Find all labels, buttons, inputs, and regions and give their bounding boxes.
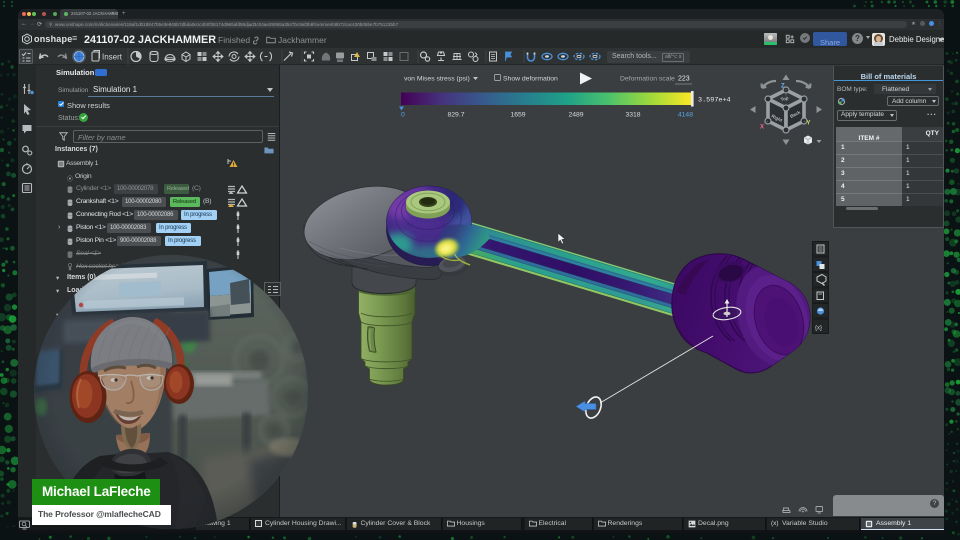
svg-text:2489: 2489 [568,112,583,119]
svg-text:X: X [760,125,764,131]
svg-text:von Mises stress (psi): von Mises stress (psi) [404,76,470,83]
svg-text:223: 223 [678,76,690,83]
svg-text:829.7: 829.7 [447,112,464,119]
svg-text:Show deformation: Show deformation [503,76,558,83]
svg-text:3.597e+4: 3.597e+4 [698,97,731,105]
svg-text:Deformation scale: Deformation scale [620,76,675,83]
svg-text:1659: 1659 [510,112,525,119]
svg-text:4148: 4148 [678,112,693,119]
svg-text:3318: 3318 [625,112,640,119]
svg-text:0: 0 [401,112,405,119]
svg-text:Y: Y [807,121,811,127]
svg-text:{x}: {x} [815,326,822,332]
svg-text:Z: Z [781,84,785,90]
